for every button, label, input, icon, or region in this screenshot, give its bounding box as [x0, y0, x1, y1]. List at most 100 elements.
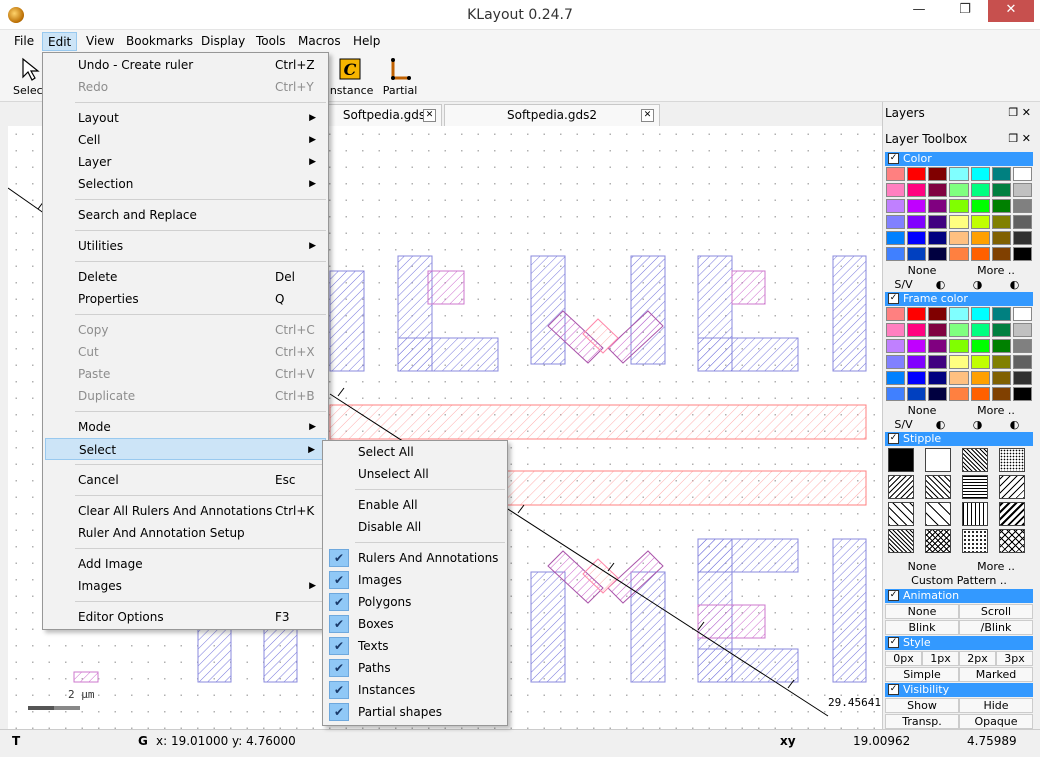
color-swatch[interactable] — [970, 215, 990, 229]
menu-utilities[interactable]: Utilities ▶ — [45, 235, 326, 257]
menu-redo[interactable]: Redo Ctrl+Y — [45, 76, 326, 98]
color-swatch[interactable] — [1012, 215, 1032, 229]
stipple-pattern[interactable] — [888, 448, 914, 472]
checkbox-icon[interactable]: ✓ — [888, 637, 899, 648]
anim-none-button[interactable]: None — [885, 604, 959, 619]
color-swatch[interactable] — [991, 387, 1011, 401]
stipple-pattern[interactable] — [888, 475, 914, 499]
menu-file[interactable]: File — [9, 32, 39, 51]
mid-icon[interactable]: ◐ — [996, 278, 1033, 292]
menu-display[interactable]: Display — [196, 32, 250, 51]
menu-select-all[interactable]: Select All — [325, 441, 505, 463]
frame-none-button[interactable]: None — [885, 404, 959, 418]
color-swatch[interactable] — [928, 247, 948, 261]
menu-layer[interactable]: Layer ▶ — [45, 151, 326, 173]
width-2px-button[interactable]: 2px — [959, 651, 996, 666]
color-more-button[interactable]: More .. — [959, 264, 1033, 278]
stipple-pattern[interactable] — [888, 502, 914, 526]
menu-cell[interactable]: Cell ▶ — [45, 129, 326, 151]
color-swatch[interactable] — [949, 307, 969, 321]
color-swatch[interactable] — [886, 307, 906, 321]
color-swatch[interactable] — [991, 247, 1011, 261]
color-swatch[interactable] — [907, 355, 927, 369]
stipple-pattern[interactable] — [925, 502, 951, 526]
color-swatch[interactable] — [991, 355, 1011, 369]
menu-cut[interactable]: Cut Ctrl+X — [45, 341, 326, 363]
transparent-button[interactable]: Transp. — [885, 714, 959, 729]
menu-cancel[interactable]: Cancel Esc — [45, 469, 326, 491]
menu-layout[interactable]: Layout ▶ — [45, 107, 326, 129]
stipple-pattern[interactable] — [962, 448, 988, 472]
color-swatch[interactable] — [907, 199, 927, 213]
menu-enable-all[interactable]: Enable All — [325, 494, 505, 516]
frame-color-section-header[interactable]: ✓ Frame color — [885, 292, 1033, 306]
color-swatch[interactable] — [928, 387, 948, 401]
color-swatch[interactable] — [949, 167, 969, 181]
color-swatch[interactable] — [1012, 167, 1032, 181]
stipple-pattern[interactable] — [925, 475, 951, 499]
checkbox-icon[interactable]: ✓ — [888, 590, 899, 601]
stipple-pattern[interactable] — [925, 448, 951, 472]
color-swatch[interactable] — [970, 387, 990, 401]
light-icon[interactable]: ◑ — [959, 278, 996, 292]
menu-toggle-partial-shapes[interactable]: ✔ Partial shapes — [325, 701, 505, 723]
custom-pattern-button[interactable]: Custom Pattern .. — [885, 574, 1033, 588]
color-swatch[interactable] — [1012, 387, 1032, 401]
color-swatch[interactable] — [907, 247, 927, 261]
color-swatch[interactable] — [886, 183, 906, 197]
anim-blink-button[interactable]: Blink — [885, 620, 959, 635]
color-swatch[interactable] — [886, 215, 906, 229]
color-swatch[interactable] — [886, 387, 906, 401]
panel-float-close-icons[interactable]: ❐ ✕ — [1008, 130, 1031, 148]
color-swatch[interactable] — [907, 307, 927, 321]
style-section-header[interactable]: ✓ Style — [885, 636, 1033, 650]
color-swatch[interactable] — [907, 231, 927, 245]
color-swatch[interactable] — [907, 323, 927, 337]
color-swatch[interactable] — [949, 183, 969, 197]
color-swatch[interactable] — [991, 231, 1011, 245]
menu-unselect-all[interactable]: Unselect All — [325, 463, 505, 485]
color-swatch[interactable] — [991, 323, 1011, 337]
menu-toggle-rulers[interactable]: ✔ Rulers And Annotations — [325, 547, 505, 569]
mid-icon[interactable]: ◐ — [996, 418, 1033, 432]
color-sv-row[interactable]: S/V ◐ ◑ ◐ — [885, 278, 1033, 292]
color-swatch[interactable] — [928, 215, 948, 229]
stipple-none-more-row[interactable]: None More .. — [885, 560, 1033, 574]
width-0px-button[interactable]: 0px — [885, 651, 922, 666]
menu-toggle-images[interactable]: ✔ Images — [325, 569, 505, 591]
menu-view[interactable]: View — [81, 32, 119, 51]
color-swatch[interactable] — [928, 231, 948, 245]
stipple-none-button[interactable]: None — [885, 560, 959, 574]
instance-tool[interactable]: C Instance — [326, 56, 374, 97]
color-swatch[interactable] — [970, 307, 990, 321]
color-swatch[interactable] — [949, 323, 969, 337]
color-swatch[interactable] — [886, 167, 906, 181]
color-swatch[interactable] — [1012, 371, 1032, 385]
dark-icon[interactable]: ◐ — [922, 418, 959, 432]
stipple-section-header[interactable]: ✓ Stipple — [885, 432, 1033, 446]
color-swatch[interactable] — [970, 339, 990, 353]
close-button[interactable]: ✕ — [988, 0, 1034, 22]
menu-properties[interactable]: Properties Q — [45, 288, 326, 310]
menu-tools[interactable]: Tools — [251, 32, 291, 51]
stipple-pattern[interactable] — [999, 475, 1025, 499]
color-swatch[interactable] — [970, 231, 990, 245]
color-swatch[interactable] — [928, 323, 948, 337]
color-swatch[interactable] — [970, 355, 990, 369]
menu-toggle-paths[interactable]: ✔ Paths — [325, 657, 505, 679]
menu-select[interactable]: Select ▶ — [45, 438, 326, 460]
menu-copy[interactable]: Copy Ctrl+C — [45, 319, 326, 341]
color-swatch[interactable] — [949, 231, 969, 245]
color-swatch[interactable] — [970, 371, 990, 385]
frame-color-palette[interactable] — [886, 307, 1032, 401]
marked-style-button[interactable]: Marked — [959, 667, 1033, 682]
color-swatch[interactable] — [970, 167, 990, 181]
menu-toggle-polygons[interactable]: ✔ Polygons — [325, 591, 505, 613]
color-swatch[interactable] — [949, 215, 969, 229]
menu-selection[interactable]: Selection ▶ — [45, 173, 326, 195]
menu-add-image[interactable]: Add Image — [45, 553, 326, 575]
color-swatch[interactable] — [907, 371, 927, 385]
menu-delete[interactable]: Delete Del — [45, 266, 326, 288]
color-swatch[interactable] — [949, 339, 969, 353]
color-swatch[interactable] — [1012, 323, 1032, 337]
